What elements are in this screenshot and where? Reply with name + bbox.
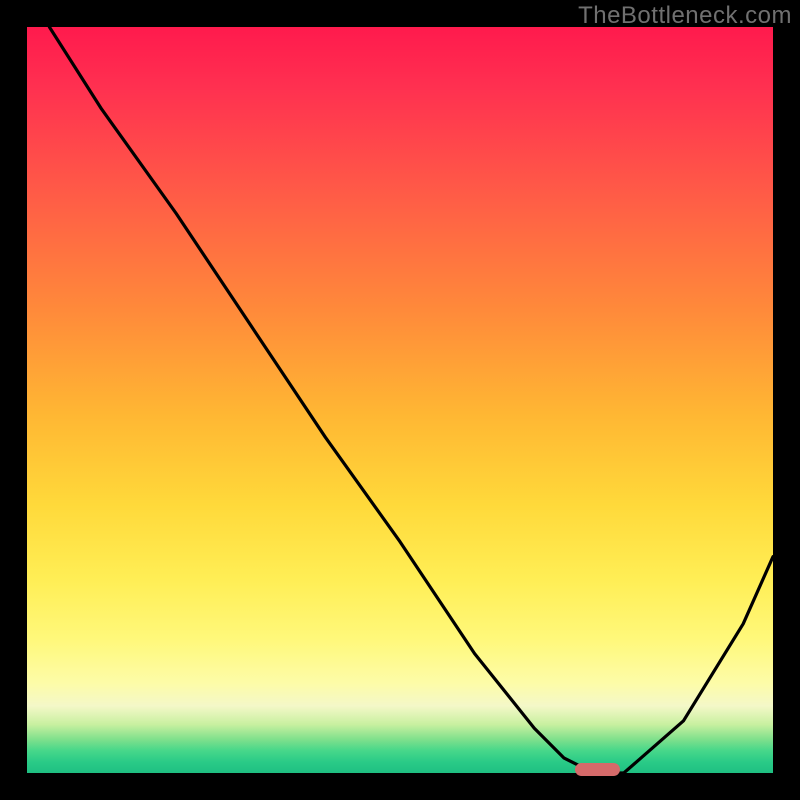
figure-canvas: TheBottleneck.com — [0, 0, 800, 800]
minimum-marker — [575, 763, 620, 776]
plot-area — [27, 27, 773, 773]
bottleneck-curve — [27, 27, 773, 773]
watermark-text: TheBottleneck.com — [578, 2, 792, 30]
